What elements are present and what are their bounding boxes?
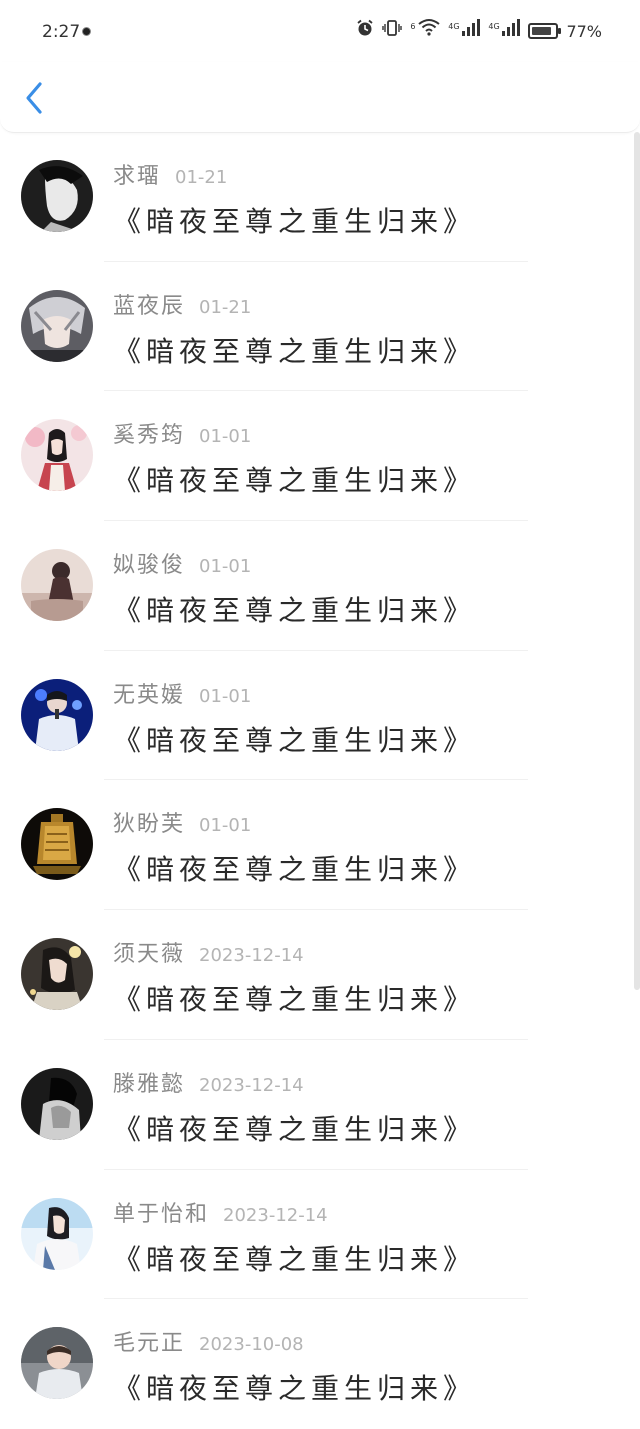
wifi-icon: 6 xyxy=(410,18,440,45)
commenter-name[interactable]: 姒骏俊 01-01 xyxy=(113,547,251,579)
battery-percent: 77% xyxy=(566,21,602,41)
comment-list: 求璢 01-21 《暗夜至尊之重生归来》 蓝夜辰 01-21 《暗夜至尊之重生归来》… xyxy=(0,132,640,1429)
signal-icon: 4G xyxy=(448,18,481,45)
comment-item[interactable]: 姒骏俊 01-01 《暗夜至尊之重生归来》 xyxy=(0,521,640,651)
comment-item[interactable]: 狄盼芙 01-01 《暗夜至尊之重生归来》 xyxy=(0,780,640,911)
comment-text: 《暗夜至尊之重生归来》 xyxy=(113,1112,477,1146)
comment-item[interactable]: 无英媛 01-01 《暗夜至尊之重生归来》 xyxy=(0,651,640,781)
avatar[interactable] xyxy=(21,1197,93,1270)
avatar[interactable] xyxy=(21,419,93,492)
chevron-left-icon xyxy=(26,82,42,114)
network-label-2: 4G xyxy=(488,21,500,31)
commenter-name[interactable]: 求璢 01-21 xyxy=(113,158,227,190)
comment-text: 《暗夜至尊之重生归来》 xyxy=(113,1242,477,1276)
status-bar: 2:27 6 4G 4G 77% xyxy=(0,0,640,62)
status-time: 2:27 xyxy=(42,22,81,42)
comment-date: 2023-12-14 xyxy=(223,1204,328,1226)
comment-date: 01-01 xyxy=(199,815,252,837)
avatar[interactable] xyxy=(21,160,93,232)
comment-date: 01-01 xyxy=(199,556,252,578)
comment-text: 《暗夜至尊之重生归来》 xyxy=(113,983,477,1017)
avatar[interactable] xyxy=(21,549,93,622)
battery-icon xyxy=(528,23,562,39)
comment-text: 《暗夜至尊之重生归来》 xyxy=(113,205,477,238)
comment-item[interactable]: 毛元正 2023-10-08 《暗夜至尊之重生归来》 xyxy=(0,1299,640,1429)
comment-date: 2023-12-14 xyxy=(199,1074,304,1096)
avatar[interactable] xyxy=(21,808,93,881)
notification-dot-icon xyxy=(82,27,91,36)
back-button[interactable] xyxy=(18,78,54,118)
comment-text: 《暗夜至尊之重生归来》 xyxy=(113,723,477,757)
avatar[interactable] xyxy=(21,1067,93,1140)
commenter-name[interactable]: 毛元正 2023-10-08 xyxy=(113,1325,304,1357)
commenter-name[interactable]: 单于怡和 2023-12-14 xyxy=(113,1196,328,1228)
network-label-1: 4G xyxy=(448,21,460,31)
comment-item[interactable]: 蓝夜辰 01-21 《暗夜至尊之重生归来》 xyxy=(0,262,640,392)
comment-text: 《暗夜至尊之重生归来》 xyxy=(113,853,477,887)
comment-item[interactable]: 滕雅懿 2023-12-14 《暗夜至尊之重生归来》 xyxy=(0,1040,640,1170)
commenter-name[interactable]: 滕雅懿 2023-12-14 xyxy=(113,1066,304,1098)
comment-text: 《暗夜至尊之重生归来》 xyxy=(113,1372,477,1406)
commenter-name[interactable]: 奚秀筠 01-01 xyxy=(113,417,251,449)
comment-item[interactable]: 求璢 01-21 《暗夜至尊之重生归来》 xyxy=(0,132,640,262)
comment-date: 01-21 xyxy=(175,167,228,188)
comment-item[interactable]: 须天薇 2023-12-14 《暗夜至尊之重生归来》 xyxy=(0,910,640,1040)
avatar[interactable] xyxy=(21,938,93,1011)
signal-icon: 4G xyxy=(488,18,521,45)
comment-text: 《暗夜至尊之重生归来》 xyxy=(113,594,477,628)
comment-date: 01-21 xyxy=(199,296,252,318)
commenter-name[interactable]: 蓝夜辰 01-21 xyxy=(113,288,251,320)
comment-date: 01-01 xyxy=(199,426,252,448)
comment-item[interactable]: 奚秀筠 01-01 《暗夜至尊之重生归来》 xyxy=(0,391,640,522)
nav-bar xyxy=(0,62,640,133)
avatar[interactable] xyxy=(21,678,93,751)
avatar[interactable] xyxy=(21,1327,93,1400)
comment-date: 2023-12-14 xyxy=(199,945,304,967)
comment-date: 2023-10-08 xyxy=(199,1334,304,1356)
wifi-badge: 6 xyxy=(410,21,416,31)
status-icons: 6 4G 4G 77% xyxy=(356,18,602,45)
avatar[interactable] xyxy=(21,289,93,362)
comment-date: 01-01 xyxy=(199,685,252,707)
vibrate-icon xyxy=(382,19,403,43)
comment-text: 《暗夜至尊之重生归来》 xyxy=(113,334,477,368)
commenter-name[interactable]: 狄盼芙 01-01 xyxy=(113,806,251,838)
commenter-name[interactable]: 无英媛 01-01 xyxy=(113,677,251,709)
comment-text: 《暗夜至尊之重生归来》 xyxy=(113,464,477,498)
comment-item[interactable]: 单于怡和 2023-12-14 《暗夜至尊之重生归来》 xyxy=(0,1170,640,1300)
commenter-name[interactable]: 须天薇 2023-12-14 xyxy=(113,936,304,968)
alarm-icon xyxy=(356,19,374,43)
